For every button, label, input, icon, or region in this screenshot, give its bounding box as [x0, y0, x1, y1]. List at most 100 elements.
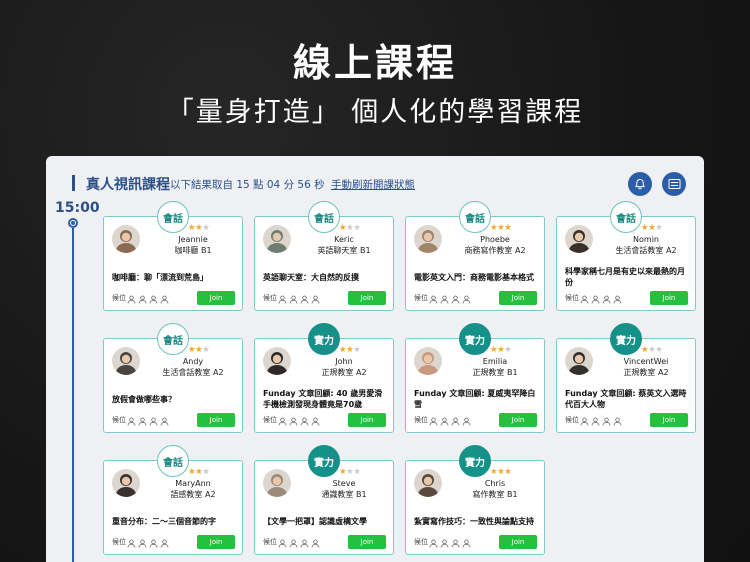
teacher-avatar — [414, 225, 442, 253]
person-icon — [429, 295, 438, 304]
panel-title: 真人視訊課程 — [86, 177, 170, 193]
person-icon — [451, 539, 460, 548]
teacher-name: Jeannie — [178, 235, 208, 244]
rating-stars: ★★★ — [490, 467, 512, 477]
seat-label: 候位 — [565, 294, 579, 302]
person-icon — [278, 295, 287, 304]
course-card[interactable]: 會話 ★★★ Nomin 生活會話教室 A2 科學家稱七月是有史以來最熱的月份 候位 Joi… — [556, 201, 696, 311]
join-button[interactable]: Join — [499, 291, 537, 305]
person-icon — [138, 417, 147, 426]
course-card[interactable]: 實力 ★★★ Emilia 正規教室 B1 Funday 文章回顧: 夏威夷罕降白雪 候位… — [405, 323, 545, 433]
course-topic: 放假會做哪些事？ — [112, 394, 176, 404]
course-topic: 重音分布：二～三個音節的字 — [112, 516, 216, 526]
teacher-name: Keric — [334, 235, 354, 244]
course-card[interactable]: 會話 ★★★ Jeannie 咖啡廳 B1 咖啡廳：聊「漂流到荒島」 候位 Join — [103, 201, 243, 311]
teacher-name: Chris — [484, 479, 506, 488]
person-icon — [289, 417, 298, 426]
person-icon — [602, 295, 611, 304]
course-card[interactable]: 會話 ★★★ Andy 生活會話教室 A2 放假會做哪些事？ 候位 Join — [103, 323, 243, 433]
classroom-level: 咖啡廳 B1 — [174, 246, 212, 255]
course-type-badge: 實力 — [459, 445, 491, 477]
course-card[interactable]: 會話 ★★★ Keric 英語聊天室 B1 英語聊天室：大自然的反撲 候位 Join — [254, 201, 394, 311]
course-card[interactable]: 會話 ★★★ Phoebe 商務寫作教室 A2 電影英文入門：商務電影基本格式 候位 Joi… — [405, 201, 545, 311]
person-icon — [127, 417, 136, 426]
course-type-badge: 實力 — [459, 323, 491, 355]
teacher-name: Nomin — [633, 235, 659, 244]
person-icon — [278, 539, 287, 548]
rating-stars: ★★★ — [490, 223, 512, 233]
course-card[interactable]: 實力 ★★★ VincentWei 正規教室 A2 Funday 文章回顧: 蔡英文入選… — [556, 323, 696, 433]
course-card[interactable]: 實力 ★★★ Chris 寫作教室 B1 紮實寫作技巧：一致性與論點支持 候位 Join — [405, 445, 545, 555]
course-card[interactable]: 實力 ★★★ Steve 通識教室 B1 【文學一把罩】認識虛構文學 候位 Join — [254, 445, 394, 555]
classroom-level: 正規教室 B1 — [472, 368, 518, 377]
course-topic: 【文學一把罩】認識虛構文學 — [263, 516, 367, 526]
person-icon — [138, 295, 147, 304]
teacher-name: Andy — [182, 357, 204, 366]
course-card[interactable]: 實力 ★★★ John 正規教室 A2 Funday 文章回顧: 40 歲男愛滑手機檢測… — [254, 323, 394, 433]
person-icon — [613, 417, 622, 426]
seat-label: 候位 — [414, 294, 428, 302]
course-card[interactable]: 會話 ★★★ MaryAnn 語感教室 A2 重音分布：二～三個音節的字 候位 Join — [103, 445, 243, 555]
join-button[interactable]: Join — [197, 291, 235, 305]
join-button[interactable]: Join — [499, 413, 537, 427]
person-icon — [462, 295, 471, 304]
join-button[interactable]: Join — [650, 413, 688, 427]
rating-stars: ★★★ — [188, 223, 210, 233]
rating-stars: ★★★ — [188, 345, 210, 355]
rating-stars: ★★★ — [339, 223, 361, 233]
seat-label: 候位 — [112, 416, 126, 424]
person-icon — [462, 417, 471, 426]
course-topic: 咖啡廳：聊「漂流到荒島」 — [112, 272, 208, 282]
teacher-avatar — [565, 225, 593, 253]
course-topic: Funday 文章回顧: 蔡英文入選時代百大人物 — [565, 389, 687, 409]
join-button[interactable]: Join — [499, 535, 537, 549]
rating-stars: ★★★ — [339, 345, 361, 355]
person-icon — [602, 417, 611, 426]
seat-indicators — [580, 295, 622, 304]
rating-stars: ★★★ — [641, 223, 663, 233]
join-button[interactable]: Join — [197, 413, 235, 427]
join-button[interactable]: Join — [348, 535, 386, 549]
person-icon — [127, 539, 136, 548]
person-icon — [127, 295, 136, 304]
course-type-badge: 實力 — [610, 323, 642, 355]
join-button[interactable]: Join — [197, 535, 235, 549]
person-icon — [138, 539, 147, 548]
classroom-level: 語感教室 A2 — [170, 490, 216, 499]
join-button[interactable]: Join — [348, 291, 386, 305]
course-list-button[interactable] — [662, 172, 686, 196]
seat-label: 候位 — [263, 416, 277, 424]
person-icon — [289, 295, 298, 304]
course-type-badge: 實力 — [308, 445, 340, 477]
star-icon: ★ — [655, 223, 663, 233]
star-icon: ★ — [202, 223, 210, 233]
refresh-link[interactable]: 手動刷新開課狀態 — [331, 177, 415, 192]
star-icon: ★ — [504, 345, 512, 355]
person-icon — [311, 417, 320, 426]
teacher-name: MaryAnn — [175, 479, 211, 488]
classroom-level: 寫作教室 B1 — [472, 490, 518, 499]
join-button[interactable]: Join — [348, 413, 386, 427]
person-icon — [591, 295, 600, 304]
seat-label: 候位 — [263, 294, 277, 302]
course-topic: 英語聊天室：大自然的反撲 — [263, 272, 359, 282]
seat-label: 候位 — [112, 294, 126, 302]
person-icon — [160, 417, 169, 426]
notification-button[interactable] — [628, 172, 652, 196]
classroom-level: 正規教室 A2 — [623, 368, 669, 377]
person-icon — [429, 417, 438, 426]
join-button[interactable]: Join — [650, 291, 688, 305]
classroom-level: 生活會話教室 A2 — [615, 246, 677, 255]
course-panel: 真人視訊課程 以下結果取自 15 點 04 分 56 秒 手動刷新開課狀態 15… — [46, 156, 704, 562]
person-icon — [300, 295, 309, 304]
person-icon — [440, 295, 449, 304]
course-type-badge: 會話 — [610, 201, 642, 233]
teacher-name: VincentWei — [623, 357, 669, 366]
teacher-avatar — [263, 225, 291, 253]
star-icon: ★ — [655, 345, 663, 355]
person-icon — [591, 417, 600, 426]
star-icon: ★ — [353, 223, 361, 233]
timeline-marker — [68, 218, 78, 228]
seat-label: 候位 — [565, 416, 579, 424]
teacher-name: John — [335, 357, 353, 366]
